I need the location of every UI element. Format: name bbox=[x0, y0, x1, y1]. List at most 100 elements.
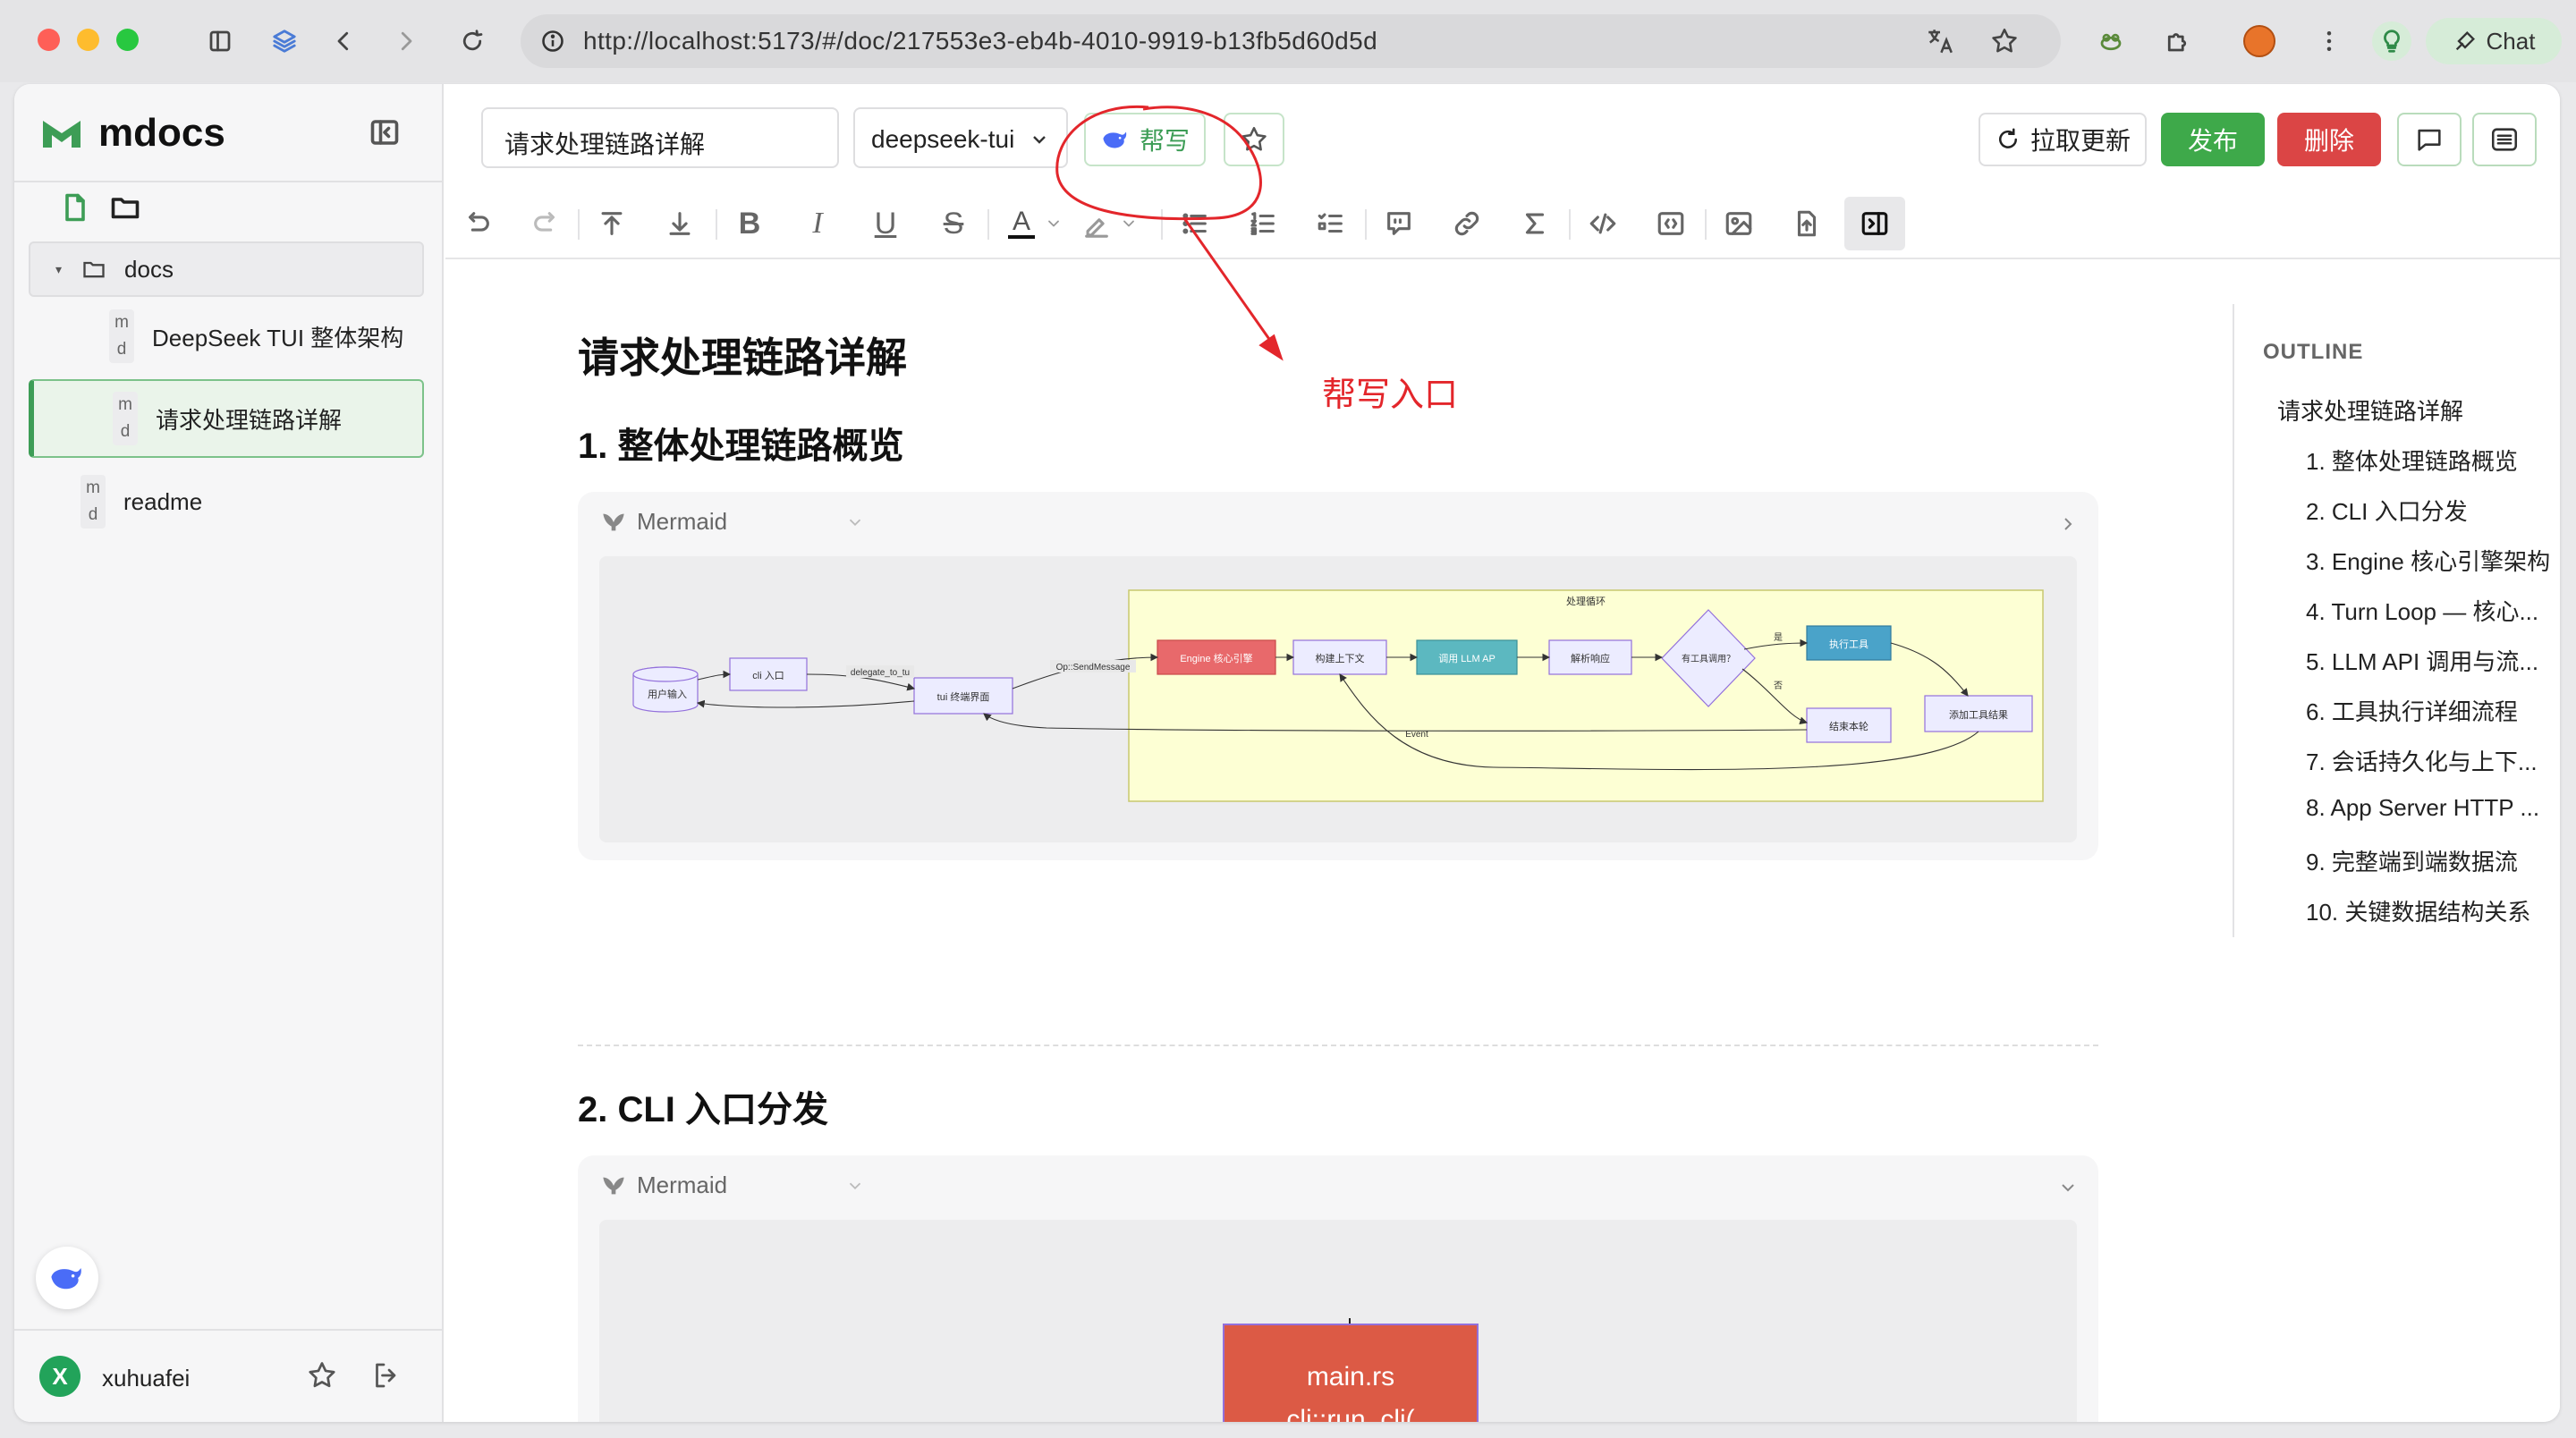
node-engine: Engine 核心引擎 bbox=[1157, 639, 1276, 675]
reload-icon[interactable] bbox=[453, 21, 492, 61]
image-icon[interactable] bbox=[1719, 204, 1758, 243]
highlight-icon[interactable] bbox=[1077, 204, 1116, 243]
svg-text:执行工具: 执行工具 bbox=[1829, 638, 1868, 650]
strikethrough-icon[interactable]: S bbox=[934, 204, 973, 243]
outline-item[interactable]: 3. Engine 核心引擎架构 bbox=[2306, 544, 2555, 577]
chevron-down-icon[interactable] bbox=[845, 512, 865, 532]
address-bar[interactable]: http://localhost:5173/#/doc/217553e3-eb4… bbox=[521, 14, 2061, 68]
user-avatar[interactable]: X bbox=[39, 1356, 80, 1397]
formula-sigma-icon[interactable] bbox=[1515, 204, 1555, 243]
outline-item[interactable]: 请求处理链路详解 bbox=[2277, 393, 2555, 427]
tree-file-readme[interactable]: md readme bbox=[80, 470, 202, 533]
outline-item[interactable]: 10. 关键数据结构关系 bbox=[2306, 894, 2555, 927]
font-color-icon[interactable]: A bbox=[1002, 204, 1041, 243]
frog-extension-icon[interactable] bbox=[2091, 21, 2131, 61]
quote-icon[interactable] bbox=[1379, 204, 1419, 243]
back-icon[interactable] bbox=[324, 21, 363, 61]
link-icon[interactable] bbox=[1447, 204, 1487, 243]
upload-file-icon[interactable] bbox=[1787, 204, 1826, 243]
publish-button[interactable]: 发布 bbox=[2161, 113, 2265, 166]
layers-extension-icon[interactable] bbox=[265, 21, 304, 61]
hamburger-menu-icon bbox=[2491, 128, 2518, 151]
document-title: 请求处理链路详解 bbox=[578, 334, 907, 381]
mermaid-block-2[interactable]: Mermaid main.rs cli::run_cli( bbox=[578, 1155, 2098, 1422]
project-select[interactable]: deepseek-tui bbox=[853, 107, 1068, 168]
outline-item[interactable]: 6. 工具执行详细流程 bbox=[2306, 694, 2555, 727]
mermaid-block-header[interactable]: Mermaid bbox=[601, 1172, 865, 1199]
close-window-dot[interactable] bbox=[38, 29, 60, 51]
outline-item[interactable]: 7. 会话持久化与上下... bbox=[2306, 744, 2555, 777]
lightbulb-icon[interactable] bbox=[2372, 21, 2411, 61]
node-parse-response: 解析响应 bbox=[1548, 639, 1632, 675]
chat-button[interactable]: Chat bbox=[2426, 18, 2562, 64]
brand[interactable]: mdocs bbox=[41, 111, 225, 156]
profile-avatar-icon[interactable] bbox=[2240, 21, 2279, 61]
inline-code-icon[interactable] bbox=[1583, 204, 1623, 243]
undo-icon[interactable] bbox=[458, 204, 497, 243]
checklist-icon[interactable] bbox=[1311, 204, 1351, 243]
insert-before-icon[interactable] bbox=[592, 204, 631, 243]
extensions-puzzle-icon[interactable] bbox=[2157, 21, 2197, 61]
deepseek-assistant-fab[interactable] bbox=[36, 1247, 98, 1309]
redo-icon[interactable] bbox=[526, 204, 565, 243]
sidebar: mdocs ▾ docs md DeepSeek TUI 整体架构 md 请求处… bbox=[14, 84, 444, 1422]
doc-title-input[interactable]: 请求处理链路详解 bbox=[481, 107, 839, 168]
tree-file-label: readme bbox=[123, 487, 203, 515]
delete-button[interactable]: 删除 bbox=[2277, 113, 2381, 166]
svg-text:delegate_to_tu: delegate_to_tu bbox=[851, 668, 910, 678]
section-heading-1: 1. 整体处理链路概览 bbox=[578, 427, 904, 466]
ai-write-button[interactable]: 帮写 bbox=[1084, 113, 1206, 166]
outline-item[interactable]: 9. 完整端到端数据流 bbox=[2306, 844, 2555, 877]
menu-button[interactable] bbox=[2472, 113, 2537, 166]
new-folder-icon[interactable] bbox=[107, 191, 143, 224]
translate-icon[interactable] bbox=[1925, 26, 1955, 56]
italic-icon[interactable]: I bbox=[798, 204, 837, 243]
minimize-window-dot[interactable] bbox=[77, 29, 99, 51]
maximize-window-dot[interactable] bbox=[116, 29, 139, 51]
tree-file-architecture[interactable]: md DeepSeek TUI 整体架构 bbox=[109, 309, 403, 363]
font-color-dropdown-icon[interactable] bbox=[1043, 204, 1064, 243]
sidebar-toggle-icon[interactable] bbox=[200, 21, 240, 61]
chevron-down-icon[interactable] bbox=[2057, 1177, 2079, 1198]
node-execute-tool: 执行工具 bbox=[1806, 625, 1892, 661]
outline-item[interactable]: 5. LLM API 调用与流... bbox=[2306, 644, 2555, 677]
mermaid-block-1[interactable]: Mermaid 处理循环 用户输入 cli 入口 tui 终端界面 Engine… bbox=[578, 492, 2098, 860]
node-tui: tui 终端界面 bbox=[913, 677, 1013, 715]
browser-menu-icon[interactable] bbox=[2309, 21, 2349, 61]
svg-text:Op::SendMessage: Op::SendMessage bbox=[1056, 663, 1131, 672]
tree-file-request-chain[interactable]: md 请求处理链路详解 bbox=[29, 379, 424, 458]
outline-item[interactable]: 1. 整体处理链路概览 bbox=[2306, 444, 2555, 477]
new-file-icon[interactable] bbox=[59, 191, 91, 224]
bullet-list-icon[interactable] bbox=[1175, 204, 1215, 243]
toggle-outline-icon[interactable] bbox=[1844, 197, 1905, 250]
insert-after-icon[interactable] bbox=[660, 204, 699, 243]
outline-item[interactable]: 8. App Server HTTP ... bbox=[2306, 794, 2555, 822]
mermaid-diagram-canvas: 处理循环 用户输入 cli 入口 tui 终端界面 Engine 核心引擎 构建… bbox=[599, 556, 2077, 842]
collapse-sidebar-icon[interactable] bbox=[369, 116, 401, 148]
bookmark-star-icon[interactable] bbox=[1989, 26, 2020, 56]
tree-folder-label: docs bbox=[124, 255, 174, 283]
tree-folder-docs[interactable]: ▾ docs bbox=[29, 241, 424, 297]
svg-text:cli 入口: cli 入口 bbox=[752, 671, 784, 681]
tree-file-label: 请求处理链路详解 bbox=[156, 406, 343, 434]
comments-button[interactable] bbox=[2397, 113, 2462, 166]
favorite-button[interactable] bbox=[1224, 113, 1284, 166]
chevron-right-icon[interactable] bbox=[2057, 513, 2079, 535]
outline-item[interactable]: 2. CLI 入口分发 bbox=[2306, 494, 2555, 527]
svg-text:tui 终端界面: tui 终端界面 bbox=[937, 690, 990, 703]
bold-icon[interactable]: B bbox=[730, 204, 769, 243]
highlight-dropdown-icon[interactable] bbox=[1118, 204, 1140, 243]
site-info-icon[interactable] bbox=[540, 29, 565, 54]
pull-updates-button[interactable]: 拉取更新 bbox=[1979, 113, 2147, 166]
forward-icon[interactable] bbox=[386, 21, 426, 61]
mermaid-block-header[interactable]: Mermaid bbox=[601, 508, 865, 536]
outline-item[interactable]: 4. Turn Loop — 核心... bbox=[2306, 594, 2555, 627]
code-block-icon[interactable] bbox=[1651, 204, 1690, 243]
svg-text:Engine 核心引擎: Engine 核心引擎 bbox=[1180, 652, 1252, 664]
chevron-down-icon[interactable] bbox=[845, 1176, 865, 1196]
underline-icon[interactable]: U bbox=[866, 204, 905, 243]
ordered-list-icon[interactable] bbox=[1243, 204, 1283, 243]
subgraph-label: 处理循环 bbox=[1566, 596, 1606, 607]
logout-icon[interactable] bbox=[370, 1359, 402, 1391]
favorites-star-icon[interactable] bbox=[306, 1359, 338, 1391]
